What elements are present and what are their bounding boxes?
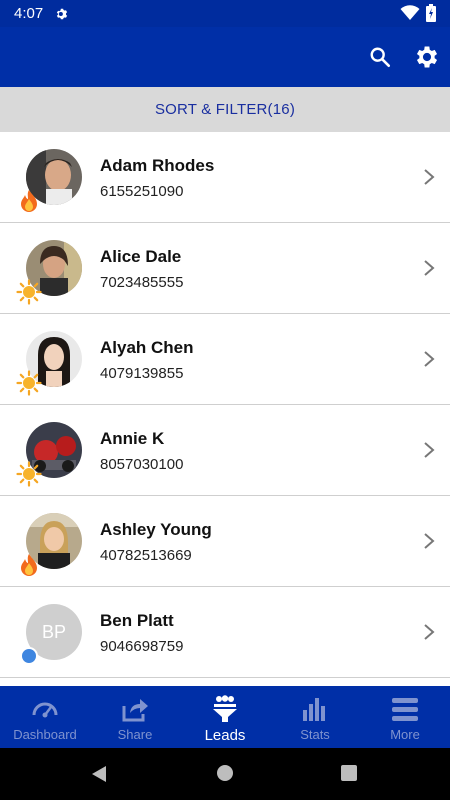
lead-row[interactable]: Alice Dale 7023485555 bbox=[0, 223, 450, 314]
menu-icon bbox=[392, 698, 418, 721]
sun-icon bbox=[16, 461, 42, 487]
gear-icon bbox=[416, 46, 438, 68]
chevron-right-icon bbox=[424, 351, 435, 367]
back-icon[interactable] bbox=[90, 764, 108, 784]
nav-label: Dashboard bbox=[13, 727, 77, 742]
system-nav-bar bbox=[0, 748, 450, 800]
lead-row[interactable]: Annie K 8057030100 bbox=[0, 405, 450, 496]
recents-icon[interactable] bbox=[340, 764, 358, 782]
speedometer-icon bbox=[32, 702, 58, 718]
lead-row[interactable]: Adam Rhodes 6155251090 bbox=[0, 132, 450, 223]
lead-phone: 8057030100 bbox=[100, 456, 184, 473]
lead-phone: 40782513669 bbox=[100, 547, 192, 564]
nav-label: Stats bbox=[300, 727, 330, 742]
nav-label: More bbox=[390, 727, 420, 742]
nav-label: Leads bbox=[204, 727, 246, 744]
nav-share[interactable]: Share bbox=[90, 686, 180, 748]
lead-name: Adam Rhodes bbox=[100, 156, 215, 175]
fire-icon bbox=[21, 554, 37, 576]
status-dot-icon bbox=[20, 647, 38, 665]
settings-button[interactable] bbox=[411, 41, 443, 73]
battery-icon bbox=[426, 4, 436, 22]
sun-icon bbox=[16, 279, 42, 305]
chevron-right-icon bbox=[424, 624, 435, 640]
status-bar: 4:07 bbox=[0, 0, 450, 27]
share-icon bbox=[122, 699, 148, 722]
lead-row[interactable]: Alyah Chen 4079139855 bbox=[0, 314, 450, 405]
funnel-people-icon bbox=[213, 695, 237, 722]
chevron-right-icon bbox=[424, 260, 435, 276]
sun-icon bbox=[16, 370, 42, 396]
lead-phone: 4079139855 bbox=[100, 365, 184, 382]
fire-icon bbox=[21, 190, 37, 212]
search-icon bbox=[370, 47, 390, 67]
app-bar bbox=[0, 27, 450, 87]
wifi-icon bbox=[400, 5, 420, 20]
chevron-right-icon bbox=[424, 442, 435, 458]
status-indicators bbox=[400, 4, 436, 22]
lead-phone: 6155251090 bbox=[100, 183, 184, 200]
nav-stats[interactable]: Stats bbox=[270, 686, 360, 748]
bottom-nav: Dashboard Share Leads Stats More bbox=[0, 686, 450, 748]
nav-more[interactable]: More bbox=[360, 686, 450, 748]
nav-dashboard[interactable]: Dashboard bbox=[0, 686, 90, 748]
lead-name: Alyah Chen bbox=[100, 338, 194, 357]
lead-name: Ashley Young bbox=[100, 520, 212, 539]
lead-name: Annie K bbox=[100, 429, 165, 448]
bar-chart-icon bbox=[303, 698, 325, 721]
lead-row[interactable]: BP Ben Platt 9046698759 bbox=[0, 587, 450, 678]
lead-phone: 7023485555 bbox=[100, 274, 184, 291]
nav-label: Share bbox=[117, 727, 153, 742]
lead-phone: 9046698759 bbox=[100, 638, 184, 655]
lead-name: Ben Platt bbox=[100, 611, 174, 630]
status-time: 4:07 bbox=[14, 5, 44, 22]
chevron-right-icon bbox=[424, 533, 435, 549]
home-icon[interactable] bbox=[216, 764, 234, 782]
search-button[interactable] bbox=[364, 41, 396, 73]
nav-leads[interactable]: Leads bbox=[180, 686, 270, 748]
leads-list[interactable]: Adam Rhodes 6155251090 Alice Dale 702348 bbox=[0, 132, 450, 686]
settings-status-icon bbox=[57, 8, 68, 19]
chevron-right-icon bbox=[424, 169, 435, 185]
lead-name: Alice Dale bbox=[100, 247, 182, 266]
lead-row[interactable]: Ashley Young 40782513669 bbox=[0, 496, 450, 587]
sort-filter-label: SORT & FILTER(16) bbox=[154, 101, 296, 118]
sort-filter-button[interactable]: SORT & FILTER(16) bbox=[0, 87, 450, 133]
